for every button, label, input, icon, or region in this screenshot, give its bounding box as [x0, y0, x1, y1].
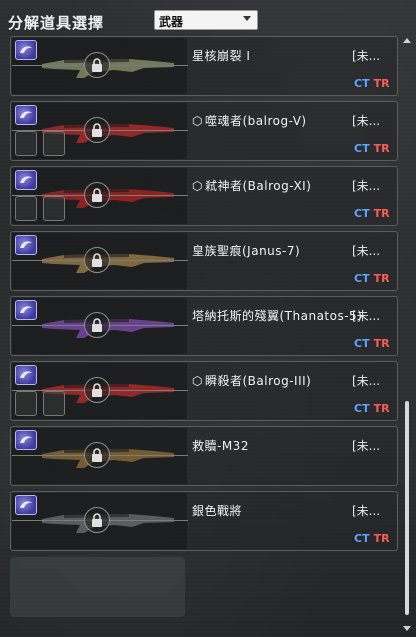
item-status: [未... — [352, 309, 381, 323]
item-status: [未... — [352, 374, 381, 388]
item-name-text: 瞬殺者(Balrog-III) — [204, 374, 312, 388]
hexagon-icon: ⬡ — [192, 374, 203, 388]
list-item[interactable]: ⬡ 瞬殺者(Balrog-III) [未... CT TR — [10, 361, 398, 421]
team-availability: CT TR — [354, 402, 390, 415]
item-status: [未... — [352, 244, 381, 258]
category-dropdown[interactable]: 武器 — [154, 10, 258, 30]
dropdown-value: 武器 — [159, 15, 184, 29]
empty-item-slot — [10, 557, 185, 617]
item-status: [未... — [352, 49, 381, 63]
tr-label: TR — [373, 337, 390, 350]
lock-icon — [84, 377, 110, 403]
item-name-text: 星核崩裂 I — [192, 49, 251, 63]
list-item[interactable]: 星核崩裂 I [未... CT TR — [10, 36, 398, 96]
item-name: 皇族聖痕(Janus-7) — [192, 242, 300, 259]
list-item[interactable]: 皇族聖痕(Janus-7) [未... CT TR — [10, 231, 398, 291]
item-thumbnail — [12, 38, 188, 94]
item-list: 星核崩裂 I [未... CTTR ⬡噬魂者(balrog-V) [未... — [10, 36, 398, 637]
option-slot — [15, 196, 37, 221]
item-thumbnail — [12, 428, 188, 484]
item-name: 銀色戰將 — [192, 502, 242, 519]
option-slot — [15, 391, 37, 416]
ct-label: CT — [354, 207, 370, 220]
item-name-text: 救贖-M32 — [192, 439, 249, 453]
hexagon-icon: ⬡ — [192, 114, 203, 128]
team-availability: CT TR — [354, 207, 390, 220]
option-slot — [43, 391, 65, 416]
item-thumbnail — [12, 168, 188, 224]
team-availability: CT TR — [354, 77, 390, 90]
scroll-up-icon[interactable] — [403, 38, 411, 43]
ct-label: CT — [354, 142, 370, 155]
item-status: [未... — [352, 504, 381, 518]
item-name: ⬡ 瞬殺者(Balrog-III) — [192, 372, 311, 389]
item-name-text: 銀色戰將 — [192, 504, 243, 518]
list-item[interactable]: ⬡ 弒神者(Balrog-XI) [未... CT TR — [10, 166, 398, 226]
list-item[interactable]: ⬡ 噬魂者(balrog-V) [未... CT TR — [10, 101, 398, 161]
lock-icon — [84, 442, 110, 468]
item-name: 星核崩裂 I — [192, 47, 250, 64]
item-status: [未... — [352, 179, 381, 193]
lock-icon — [84, 117, 110, 143]
scrollbar-thumb[interactable] — [405, 401, 409, 615]
lock-icon — [84, 312, 110, 338]
option-slot — [43, 131, 65, 156]
item-name-text: 塔納托斯的殘翼(Thanatos-5) — [192, 309, 363, 323]
item-thumbnail — [12, 233, 188, 289]
list-item[interactable]: 救贖-M32 [未... — [10, 426, 398, 486]
item-name-text: 皇族聖痕(Janus-7) — [192, 244, 301, 258]
ct-label: CT — [354, 337, 370, 350]
scroll-down-icon[interactable] — [403, 626, 411, 631]
lock-icon — [84, 247, 110, 273]
item-name: 救贖-M32 — [192, 437, 249, 454]
ct-label: CT — [354, 77, 370, 90]
team-availability — [354, 467, 358, 480]
lock-icon — [84, 52, 110, 78]
tr-label: TR — [373, 207, 390, 220]
chevron-down-icon — [243, 16, 251, 21]
item-name: ⬡ 弒神者(Balrog-XI) — [192, 177, 311, 194]
header: 分解道具選擇 武器 — [0, 0, 416, 36]
tr-label: TR — [373, 402, 390, 415]
option-slot — [15, 131, 37, 156]
lock-icon — [84, 182, 110, 208]
item-name-text: 弒神者(Balrog-XI) — [204, 179, 312, 193]
item-thumbnail — [12, 493, 188, 549]
option-slot — [43, 196, 65, 221]
team-availability: CT TR — [354, 272, 390, 285]
item-thumbnail — [12, 298, 188, 354]
tr-label: TR — [373, 142, 390, 155]
item-status: [未... — [352, 114, 381, 128]
item-thumbnail — [12, 103, 188, 159]
ct-label: CT — [354, 402, 370, 415]
tr-label: TR — [373, 532, 390, 545]
page-title: 分解道具選擇 — [8, 14, 105, 32]
hexagon-icon: ⬡ — [192, 179, 203, 193]
tr-label: TR — [373, 77, 390, 90]
item-status: [未... — [352, 439, 381, 453]
list-item[interactable]: 銀色戰將 [未... CT TR — [10, 491, 398, 551]
team-availability: CT TR — [354, 142, 390, 155]
list-item[interactable]: 塔納托斯的殘翼(Thanatos-5) [未... CT TR — [10, 296, 398, 356]
ct-label: CT — [354, 272, 370, 285]
item-thumbnail — [12, 363, 188, 419]
item-name: ⬡ 噬魂者(balrog-V) — [192, 112, 307, 129]
team-availability: CT TR — [354, 337, 390, 350]
item-name: 塔納托斯的殘翼(Thanatos-5) — [192, 307, 362, 324]
tr-label: TR — [373, 272, 390, 285]
ct-label: CT — [354, 532, 370, 545]
lock-icon — [84, 507, 110, 533]
item-name-text: 噬魂者(balrog-V) — [204, 114, 307, 128]
team-availability: CT TR — [354, 532, 390, 545]
